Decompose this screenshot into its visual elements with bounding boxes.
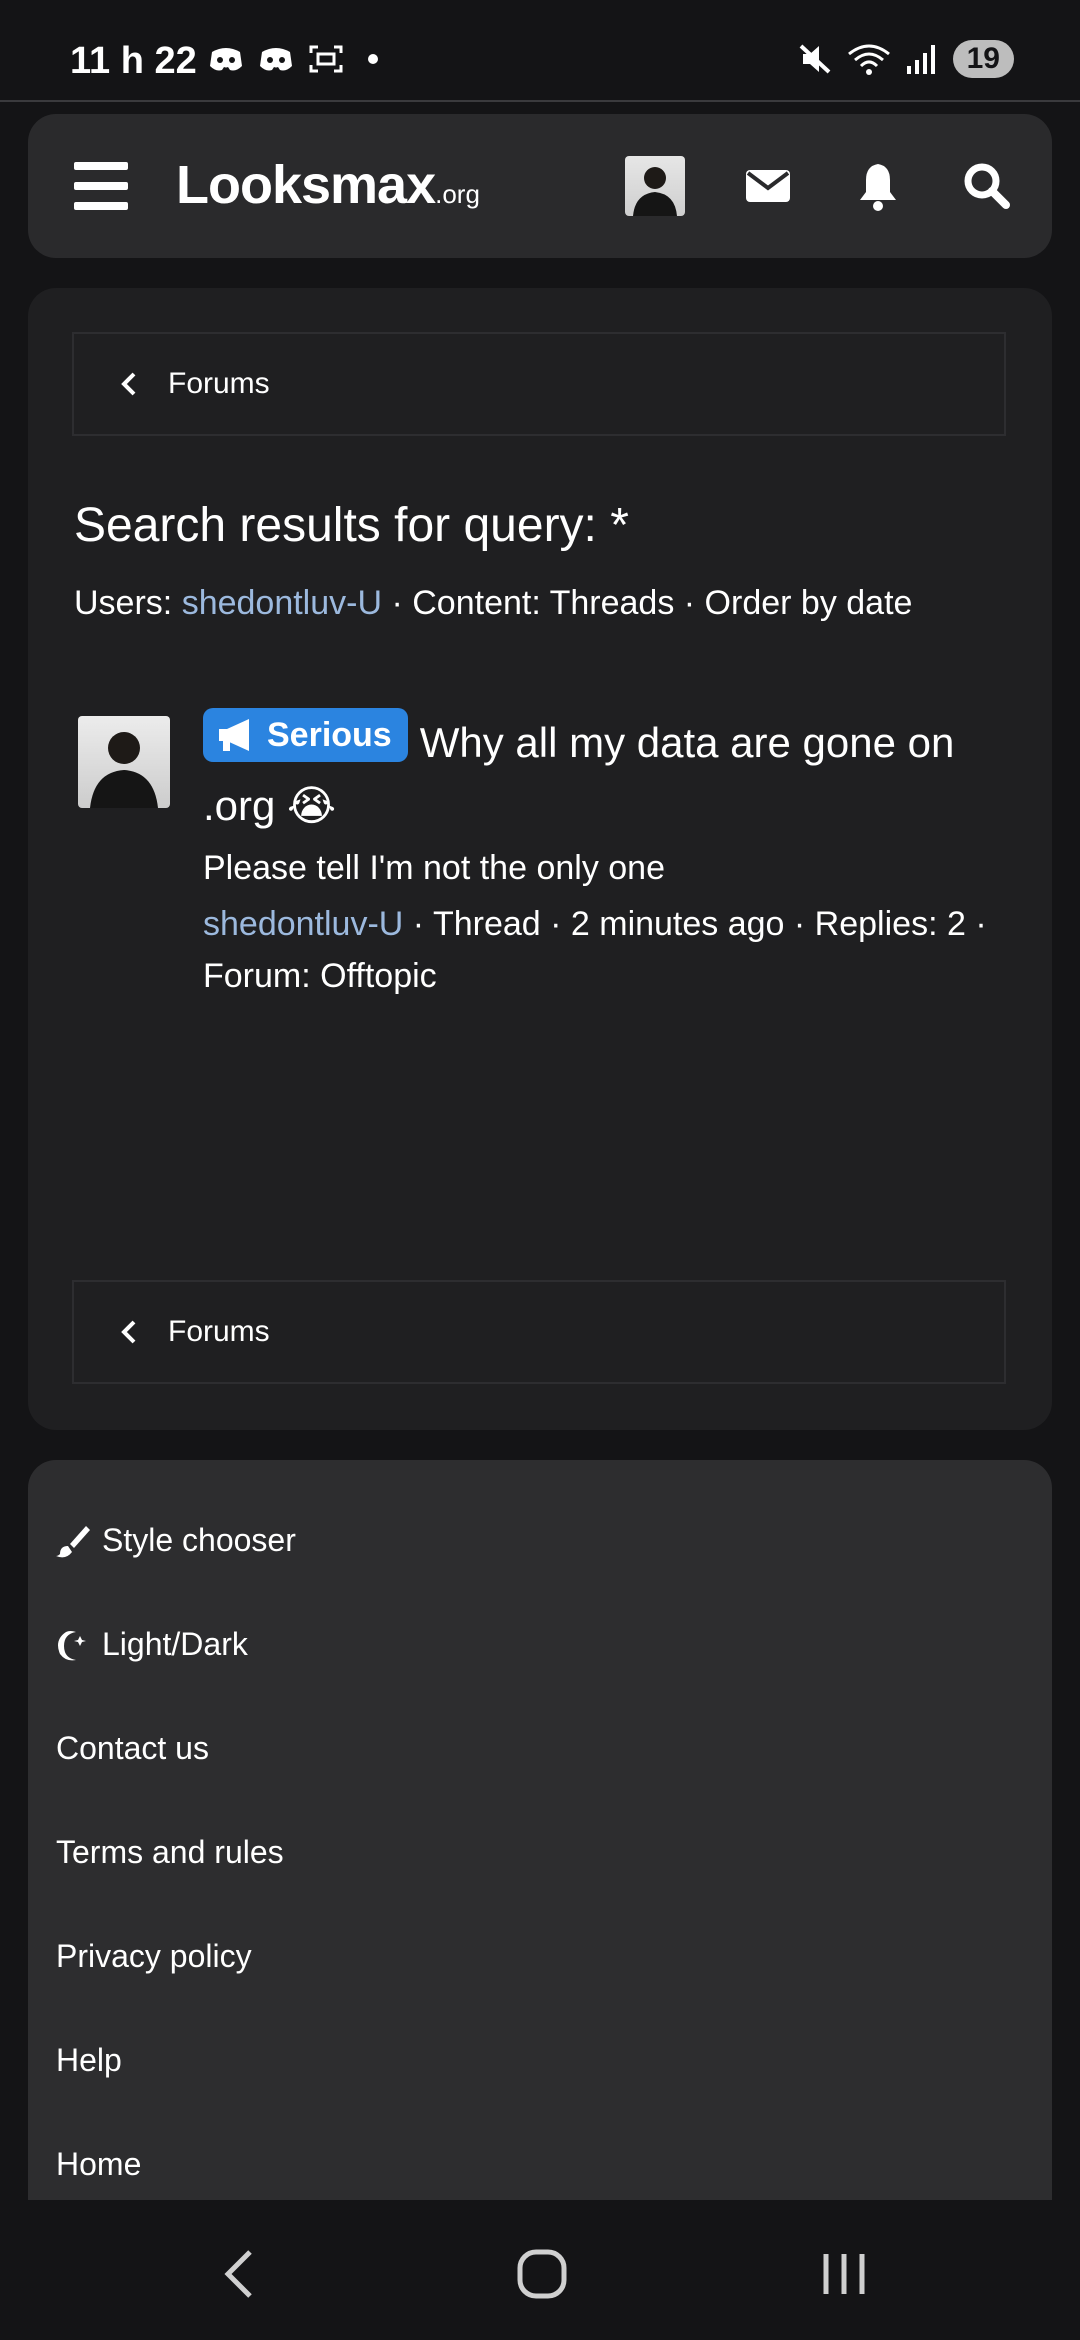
bell-icon[interactable] (850, 158, 906, 214)
search-icon[interactable] (959, 158, 1015, 214)
breadcrumb-bottom[interactable]: Forums (72, 1280, 1006, 1384)
contact-us-link[interactable]: Contact us (56, 1730, 209, 1767)
recent-apps-icon[interactable] (814, 2244, 874, 2304)
filters-rest: · Content: Threads · Order by date (382, 584, 913, 622)
search-results-card: Forums Search results for query: * Users… (28, 288, 1052, 1430)
megaphone-icon (219, 719, 249, 751)
home-button-icon[interactable] (512, 2244, 572, 2304)
chevron-left-icon (121, 1320, 136, 1344)
breadcrumb-label: Forums (168, 367, 270, 400)
logo-suffix: .org (435, 179, 480, 209)
search-filters: Users: shedontluv-U · Content: Threads ·… (74, 584, 912, 623)
style-chooser-label: Style chooser (102, 1522, 296, 1558)
wifi-icon (847, 44, 890, 75)
signal-icon (906, 45, 935, 74)
moon-stars-icon (58, 1630, 86, 1660)
style-chooser-link[interactable]: Style chooser (56, 1522, 296, 1559)
result-meta: shedontluv-U · Thread · 2 minutes ago · … (203, 898, 1023, 1002)
discord-icon (260, 48, 292, 71)
result-snippet: Please tell I'm not the only one (203, 849, 665, 887)
result-author-avatar[interactable] (78, 716, 170, 808)
light-dark-label: Light/Dark (102, 1626, 248, 1662)
site-logo[interactable]: Looksmax.org (176, 154, 480, 216)
help-link[interactable]: Help (56, 2042, 122, 2079)
system-navigation-bar (0, 2204, 1080, 2340)
back-icon[interactable] (212, 2244, 272, 2304)
notification-icons (208, 44, 378, 74)
home-link[interactable]: Home (56, 2146, 141, 2183)
page-title: Search results for query: * (74, 499, 629, 552)
result-author-link[interactable]: shedontluv-U (203, 905, 403, 943)
user-avatar[interactable] (625, 156, 685, 216)
prefix-badge-label: Serious (267, 715, 392, 754)
prefix-badge: Serious (203, 708, 408, 762)
search-result: Serious Why all my data are gone on .org… (203, 708, 1023, 1002)
result-title[interactable]: Serious Why all my data are gone on .org… (203, 708, 1023, 837)
site-footer: Style chooser Light/Dark Contact us Term… (28, 1460, 1052, 2200)
battery-indicator: 19 (952, 40, 1014, 78)
discord-icon (210, 48, 242, 71)
breadcrumb[interactable]: Forums (72, 332, 1006, 436)
menu-icon[interactable] (74, 162, 128, 210)
user-filter-link[interactable]: shedontluv-U (182, 584, 382, 622)
logo-main: Looksmax (176, 155, 436, 215)
mute-icon (799, 44, 830, 74)
site-header: Looksmax.org (28, 114, 1052, 258)
status-time: 11 h 22 (70, 40, 197, 82)
paintbrush-icon (56, 1525, 90, 1557)
status-bar: 11 h 22 19 (0, 0, 1080, 102)
more-notifications-dot (368, 54, 378, 64)
mail-icon[interactable] (740, 158, 796, 214)
system-icons: 19 (797, 40, 1014, 78)
chevron-left-icon (121, 372, 136, 396)
privacy-link[interactable]: Privacy policy (56, 1938, 252, 1975)
terms-link[interactable]: Terms and rules (56, 1834, 284, 1871)
breadcrumb-label: Forums (168, 1315, 270, 1348)
light-dark-toggle[interactable]: Light/Dark (56, 1626, 248, 1663)
screenshot-icon (309, 45, 343, 73)
users-filter-label: Users: (74, 584, 182, 622)
